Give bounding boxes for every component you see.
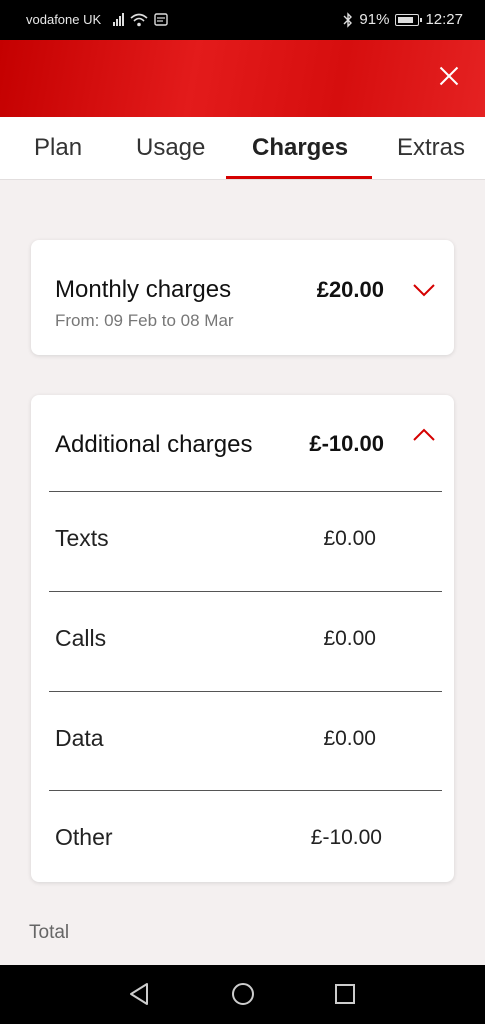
additional-charges-card: Additional charges £-10.00 Texts £0.00 C… [31, 395, 454, 882]
notification-icon [154, 13, 168, 26]
additional-charges-amount: £-10.00 [309, 431, 384, 456]
tab-bar: Plan Usage Charges Extras [0, 117, 485, 180]
divider [49, 790, 442, 791]
charge-row-value: £0.00 [323, 727, 376, 750]
battery-icon [395, 13, 423, 26]
billing-period: From: 09 Feb to 08 Mar [55, 311, 234, 330]
additional-charges-title: Additional charges [55, 431, 253, 458]
divider [49, 691, 442, 692]
clock: 12:27 [425, 11, 463, 28]
divider [49, 491, 442, 492]
brand-header [0, 40, 485, 117]
carrier-name: vodafone UK [26, 12, 102, 27]
home-icon[interactable] [228, 979, 258, 1009]
active-tab-indicator [226, 176, 372, 179]
battery-percent: 91% [359, 11, 390, 28]
chevron-down-icon[interactable] [412, 283, 436, 297]
charge-row-label: Other [55, 824, 113, 850]
status-left: vodafone UK [26, 12, 168, 27]
tab-extras[interactable]: Extras [397, 134, 465, 162]
charge-row-label: Data [55, 725, 104, 751]
back-icon[interactable] [125, 979, 155, 1009]
monthly-charges-title: Monthly charges [55, 276, 232, 303]
charge-row-value: £0.00 [323, 527, 376, 550]
monthly-charges-amount: £20.00 [316, 277, 384, 302]
tab-usage[interactable]: Usage [136, 134, 205, 162]
charge-row-label: Texts [55, 525, 109, 551]
charge-row-value: £0.00 [323, 627, 376, 650]
monthly-charges-card[interactable]: Monthly charges £20.00 From: 09 Feb to 0… [31, 240, 454, 355]
signal-icon [113, 13, 125, 26]
wifi-icon [130, 13, 148, 26]
status-bar: vodafone UK 91% 12:27 [0, 0, 485, 40]
tab-plan[interactable]: Plan [34, 134, 82, 162]
bluetooth-icon [343, 11, 353, 28]
status-right: 91% 12:27 [343, 11, 463, 28]
system-nav-bar [0, 965, 485, 1024]
total-label: Total [29, 922, 70, 943]
divider [49, 591, 442, 592]
charge-row-label: Calls [55, 625, 107, 651]
recents-icon[interactable] [330, 979, 360, 1009]
chevron-up-icon[interactable] [412, 428, 436, 442]
close-icon[interactable] [433, 60, 465, 92]
tab-charges[interactable]: Charges [252, 134, 348, 162]
charge-row-value: £-10.00 [310, 826, 382, 849]
